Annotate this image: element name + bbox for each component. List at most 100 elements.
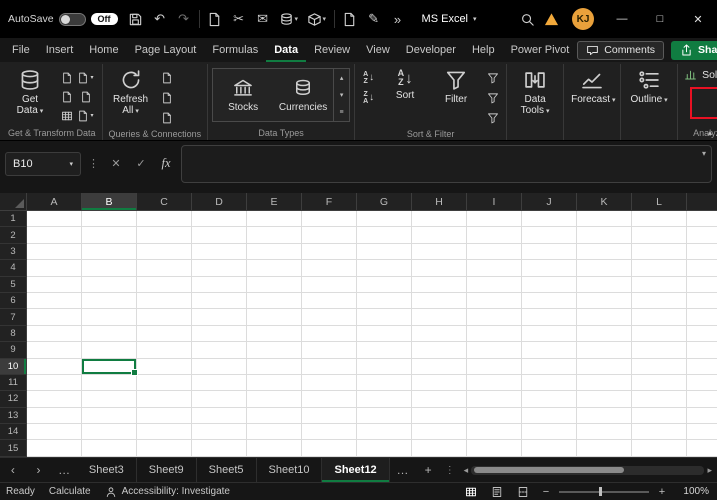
column-header-B[interactable]: B xyxy=(82,193,137,211)
cell-K7[interactable] xyxy=(577,309,632,325)
column-header-D[interactable]: D xyxy=(192,193,247,211)
cell-J1[interactable] xyxy=(522,211,577,227)
column-header-C[interactable]: C xyxy=(137,193,192,211)
cell-H3[interactable] xyxy=(412,244,467,260)
get-data-button[interactable]: Get Data▾ xyxy=(6,65,54,119)
status-calculate[interactable]: Calculate xyxy=(49,486,91,497)
queries-connections-button[interactable] xyxy=(158,68,177,87)
select-all-button[interactable] xyxy=(0,193,27,211)
cell-J8[interactable] xyxy=(522,326,577,342)
from-web-button[interactable] xyxy=(57,87,76,106)
cell-H13[interactable] xyxy=(412,408,467,424)
cell-B14[interactable] xyxy=(82,424,137,440)
more-commands-button[interactable]: » xyxy=(386,5,410,33)
cell-J6[interactable] xyxy=(522,293,577,309)
cell-K8[interactable] xyxy=(577,326,632,342)
formula-bar-expand-button[interactable]: ▾ xyxy=(702,149,706,158)
zoom-slider-thumb[interactable] xyxy=(599,487,602,496)
cell-H14[interactable] xyxy=(412,424,467,440)
cell-F12[interactable] xyxy=(302,391,357,407)
row-header-4[interactable]: 4 xyxy=(0,260,27,276)
cell-I2[interactable] xyxy=(467,227,522,243)
cell-E12[interactable] xyxy=(247,391,302,407)
row-header-8[interactable]: 8 xyxy=(0,326,27,342)
cell-F2[interactable] xyxy=(302,227,357,243)
cell-J9[interactable] xyxy=(522,342,577,358)
cell-K2[interactable] xyxy=(577,227,632,243)
minimize-button[interactable]: — xyxy=(603,0,641,38)
from-text-csv-button[interactable] xyxy=(57,68,76,87)
menu-tab-file[interactable]: File xyxy=(4,38,38,62)
cell-J14[interactable] xyxy=(522,424,577,440)
stocks-button[interactable]: Stocks xyxy=(213,69,273,121)
cell-E1[interactable] xyxy=(247,211,302,227)
cell-A12[interactable] xyxy=(27,391,82,407)
save-button[interactable] xyxy=(124,5,148,33)
cell-J5[interactable] xyxy=(522,277,577,293)
cut-button[interactable]: ✂ xyxy=(227,5,251,33)
row-header-9[interactable]: 9 xyxy=(0,342,27,358)
row-header-15[interactable]: 15 xyxy=(0,440,27,456)
menu-tab-review[interactable]: Review xyxy=(306,38,358,62)
column-header-F[interactable]: F xyxy=(302,193,357,211)
cell-B6[interactable] xyxy=(82,293,137,309)
cell-J15[interactable] xyxy=(522,440,577,456)
cell-J3[interactable] xyxy=(522,244,577,260)
cell-G14[interactable] xyxy=(357,424,412,440)
cell-K15[interactable] xyxy=(577,440,632,456)
cell-H10[interactable] xyxy=(412,359,467,375)
cell-L7[interactable] xyxy=(632,309,687,325)
cell-C3[interactable] xyxy=(137,244,192,260)
cell-I8[interactable] xyxy=(467,326,522,342)
cell-F8[interactable] xyxy=(302,326,357,342)
close-button[interactable]: ✕ xyxy=(679,0,717,38)
cell-I1[interactable] xyxy=(467,211,522,227)
currencies-button[interactable]: Currencies xyxy=(273,69,333,121)
cell-C2[interactable] xyxy=(137,227,192,243)
cell-G6[interactable] xyxy=(357,293,412,309)
cell-I14[interactable] xyxy=(467,424,522,440)
cell-H8[interactable] xyxy=(412,326,467,342)
menu-tab-formulas[interactable]: Formulas xyxy=(204,38,266,62)
cell-E3[interactable] xyxy=(247,244,302,260)
cell-J11[interactable] xyxy=(522,375,577,391)
cell-L11[interactable] xyxy=(632,375,687,391)
properties-button[interactable] xyxy=(158,88,177,107)
sheet-tab-sheet5[interactable]: Sheet5 xyxy=(197,458,257,482)
search-button[interactable] xyxy=(515,5,539,33)
cell-B2[interactable] xyxy=(82,227,137,243)
cell-B15[interactable] xyxy=(82,440,137,456)
cell-I12[interactable] xyxy=(467,391,522,407)
menu-tab-help[interactable]: Help xyxy=(464,38,503,62)
existing-connections-button[interactable] xyxy=(76,87,95,106)
cell-E15[interactable] xyxy=(247,440,302,456)
cell-E2[interactable] xyxy=(247,227,302,243)
cell-A14[interactable] xyxy=(27,424,82,440)
chevron-down-icon[interactable]: ▾ xyxy=(295,15,303,23)
cell-I11[interactable] xyxy=(467,375,522,391)
cell-K1[interactable] xyxy=(577,211,632,227)
cell-E11[interactable] xyxy=(247,375,302,391)
row-header-13[interactable]: 13 xyxy=(0,408,27,424)
menu-tab-view[interactable]: View xyxy=(358,38,398,62)
sort-descending-button[interactable]: ZA↓ xyxy=(359,88,378,107)
cell-A10[interactable] xyxy=(27,359,82,375)
cell-H11[interactable] xyxy=(412,375,467,391)
cell-A2[interactable] xyxy=(27,227,82,243)
scrollbar-track[interactable] xyxy=(471,466,704,475)
clear-filter-button[interactable] xyxy=(483,68,502,87)
cell-B9[interactable] xyxy=(82,342,137,358)
cell-D15[interactable] xyxy=(192,440,247,456)
alert-button[interactable] xyxy=(539,5,563,33)
cell-I6[interactable] xyxy=(467,293,522,309)
cell-H1[interactable] xyxy=(412,211,467,227)
insert-function-button[interactable]: fx xyxy=(156,153,176,175)
cell-C6[interactable] xyxy=(137,293,192,309)
row-header-14[interactable]: 14 xyxy=(0,424,27,440)
cell-D10[interactable] xyxy=(192,359,247,375)
cell-F13[interactable] xyxy=(302,408,357,424)
cell-G12[interactable] xyxy=(357,391,412,407)
zoom-in-button[interactable]: + xyxy=(655,486,669,498)
cell-F10[interactable] xyxy=(302,359,357,375)
cell-F1[interactable] xyxy=(302,211,357,227)
